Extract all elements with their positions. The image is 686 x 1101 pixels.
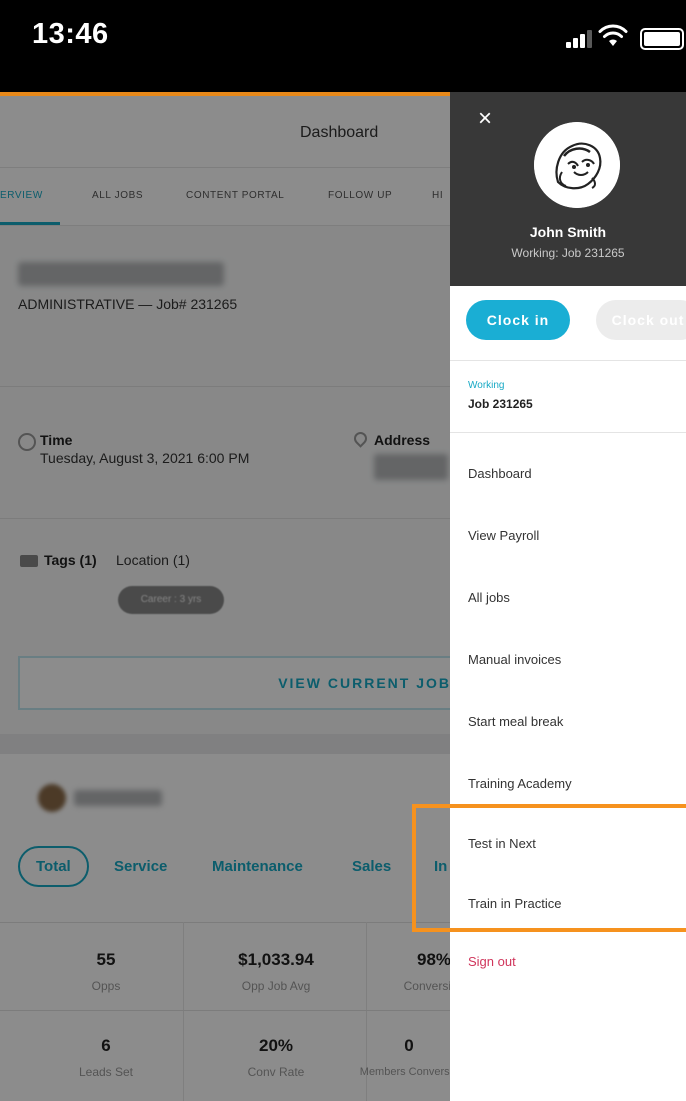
working-label: Working: [468, 380, 505, 391]
menu-item-train-in-practice[interactable]: Train in Practice: [468, 896, 561, 911]
status-bar: 13:46: [0, 0, 686, 92]
cellular-signal-icon: [566, 30, 592, 48]
divider: [450, 360, 686, 361]
menu-item-training-academy[interactable]: Training Academy: [468, 776, 572, 791]
menu-item-all-jobs[interactable]: All jobs: [468, 590, 510, 605]
menu-item-manual-invoices[interactable]: Manual invoices: [468, 652, 561, 667]
working-status: Working: Job 231265: [511, 246, 625, 260]
menu-item-test-in-next[interactable]: Test in Next: [468, 836, 536, 851]
avatar: [534, 122, 620, 208]
divider: [450, 432, 686, 433]
sign-out-link[interactable]: Sign out: [468, 954, 516, 969]
close-icon[interactable]: ×: [474, 107, 496, 131]
screen: 13:46 Dashboard ERVIEW ALL JOBS CONTENT …: [0, 0, 686, 1101]
clock-out-button[interactable]: Clock out: [596, 300, 686, 340]
working-job: Job 231265: [468, 397, 533, 411]
battery-icon: [640, 28, 684, 50]
menu-item-start-meal-break[interactable]: Start meal break: [468, 714, 563, 729]
status-time: 13:46: [32, 18, 109, 50]
clock-in-button[interactable]: Clock in: [466, 300, 570, 340]
wifi-icon: [598, 24, 628, 46]
menu-item-view-payroll[interactable]: View Payroll: [468, 528, 539, 543]
profile-illustration-icon: [534, 122, 620, 208]
side-drawer: × John Smith Working: Job 231265 Clock i…: [450, 92, 686, 1101]
drawer-header: × John Smith Working: Job 231265: [450, 92, 686, 286]
menu-item-dashboard[interactable]: Dashboard: [468, 466, 532, 481]
user-name: John Smith: [529, 224, 607, 240]
